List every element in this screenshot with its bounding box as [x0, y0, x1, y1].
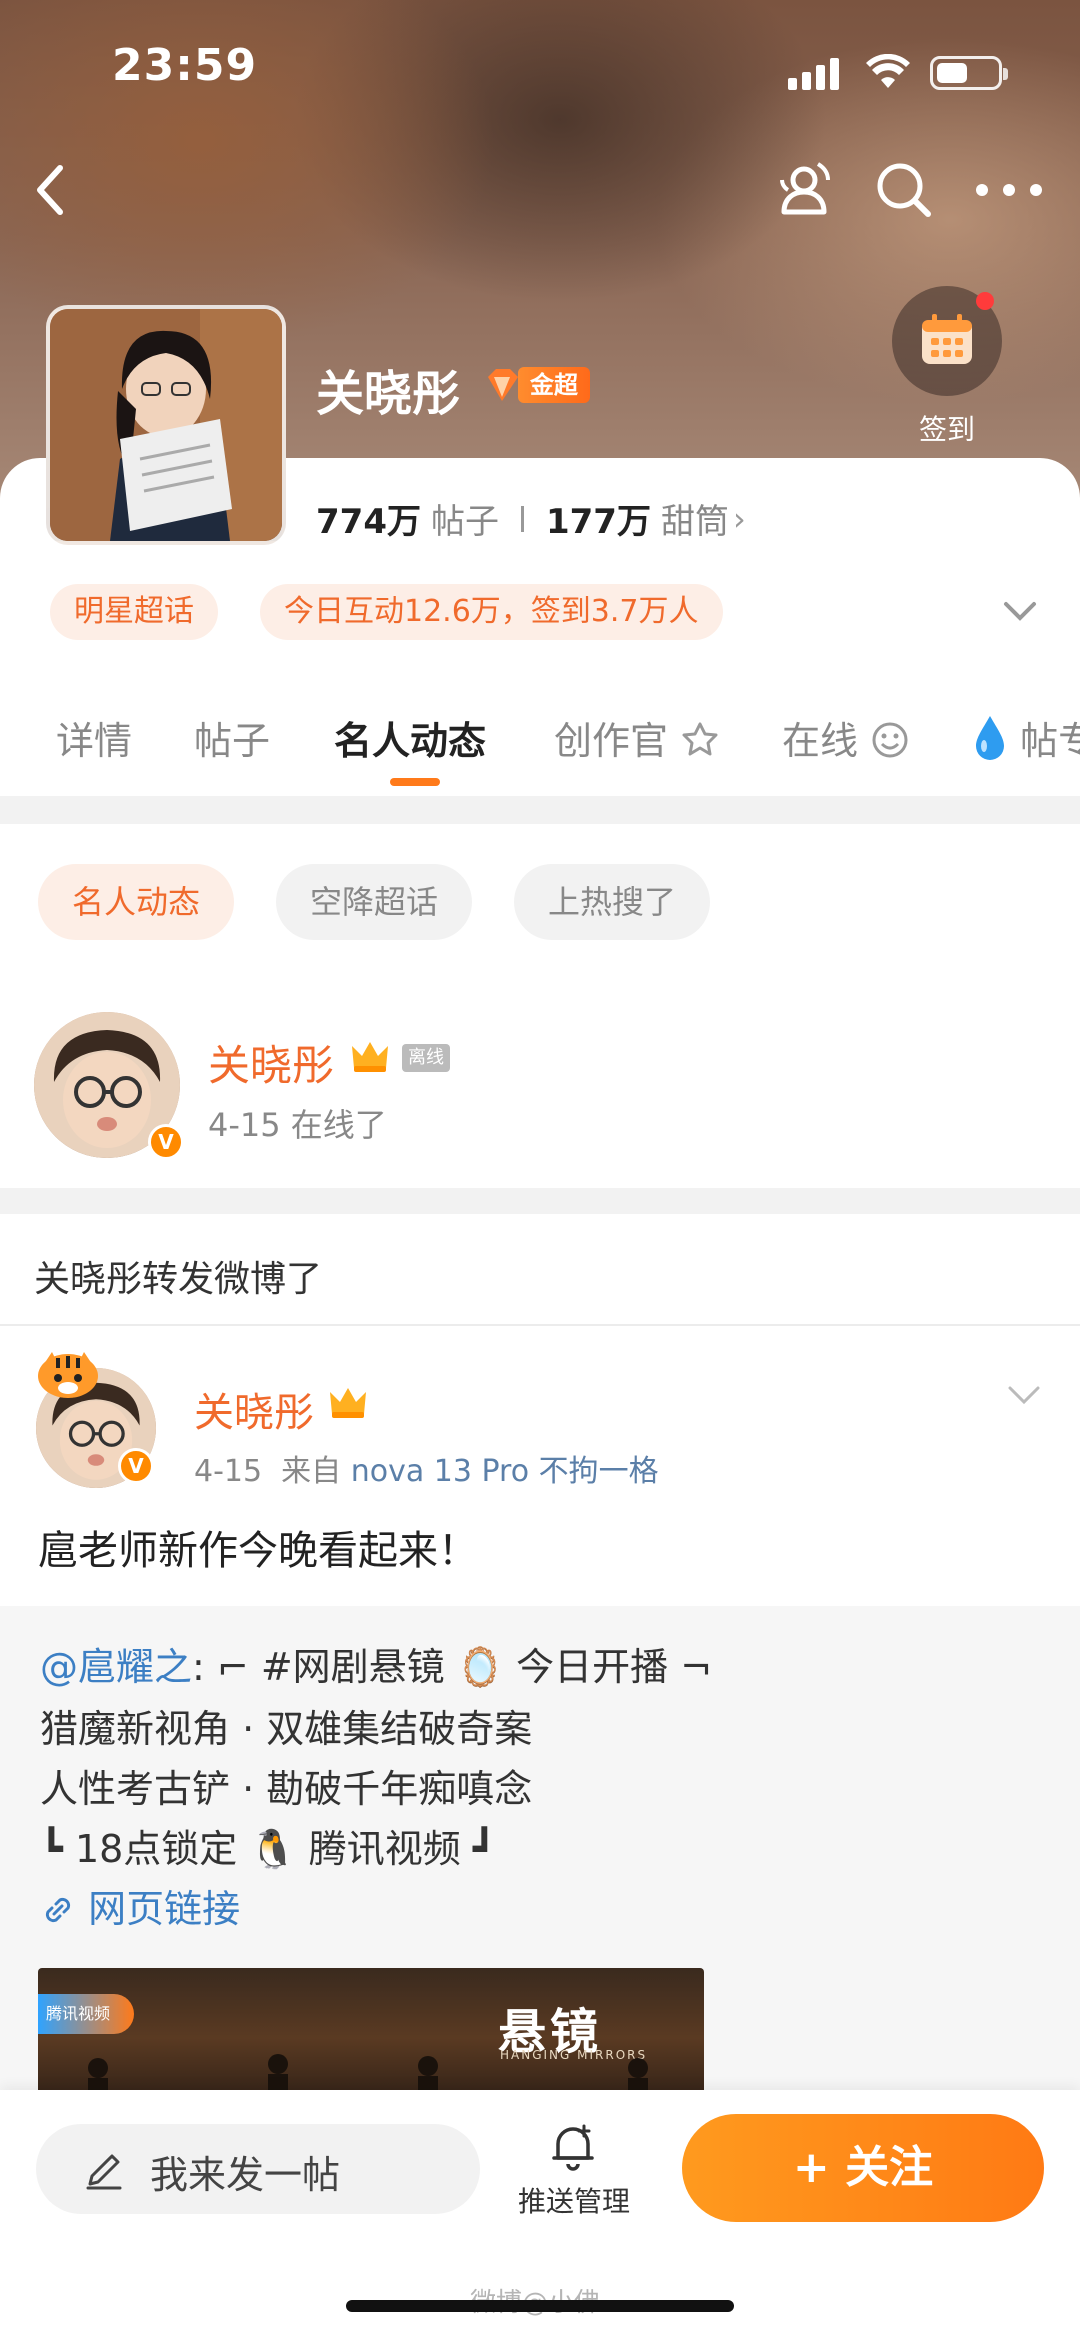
creator-badge-icon — [682, 722, 718, 756]
post-device[interactable]: nova 13 Pro 不拘一格 — [351, 1454, 659, 1489]
tab-bar: 详情 帖子 名人动态 创作官 在线 帖专 — [0, 710, 1080, 790]
calendar-icon — [892, 286, 1002, 396]
online-time: 4-15 在线了 — [208, 1106, 387, 1144]
level-badge-label: 金超 — [518, 367, 590, 403]
crown-icon — [352, 1042, 388, 1072]
verified-icon: V — [148, 1124, 184, 1160]
category-chip[interactable]: 明星超话 — [50, 584, 218, 640]
web-link-label: 网页链接 — [88, 1887, 241, 1931]
back-icon[interactable] — [26, 158, 76, 222]
push-settings-label[interactable]: 推送管理 — [518, 2180, 630, 2220]
search-icon[interactable] — [872, 158, 936, 222]
quote-line-3: 人性考古铲 · 勘破千年痴嗔念 — [40, 1767, 533, 1811]
web-link[interactable]: 网页链接 — [40, 1878, 240, 1933]
wifi-icon — [866, 54, 910, 88]
post-source-prefix: 来自 — [281, 1454, 342, 1489]
tab-creator[interactable]: 创作官 — [554, 710, 720, 765]
chevron-down-icon[interactable] — [1000, 596, 1040, 626]
repost-title: 关晓彤转发微博了 — [34, 1259, 323, 1300]
tab-special-label: 帖专 — [1020, 719, 1080, 763]
compose-label: 我来发一帖 — [150, 2153, 341, 2197]
tab-details[interactable]: 详情 — [56, 710, 132, 765]
quote-line-1: @扈耀之: ⌐ #网剧悬镜 🪞 今日开播 ¬ — [40, 1636, 712, 1691]
chevron-down-icon[interactable] — [1004, 1380, 1044, 1410]
group-chat-icon[interactable] — [770, 158, 834, 222]
quote-line-1-text: : ⌐ #网剧悬镜 🪞 今日开播 ¬ — [192, 1645, 713, 1689]
battery-icon — [930, 56, 1008, 90]
chevron-right-icon: › — [732, 499, 746, 538]
tab-special[interactable]: 帖专 — [972, 710, 1080, 765]
posts-label: 帖子 — [430, 502, 499, 542]
active-tab-indicator — [390, 778, 440, 786]
verified-icon: V — [118, 1448, 154, 1484]
offline-tag: 离线 — [402, 1044, 450, 1072]
section-divider — [0, 796, 1080, 824]
filter-hot-search[interactable]: 上热搜了 — [514, 864, 711, 940]
tab-posts[interactable]: 帖子 — [194, 710, 270, 765]
post-meta: 4-15 来自 nova 13 Pro 不拘一格 — [194, 1446, 659, 1490]
quote-line-2: 猎魔新视角 · 双雄集结破奇案 — [40, 1707, 533, 1751]
water-drop-icon — [976, 716, 1004, 760]
crown-icon — [330, 1388, 366, 1418]
online-user-name[interactable]: 关晓彤 — [208, 1032, 334, 1093]
tiger-pendant-icon — [38, 1352, 98, 1398]
level-badge[interactable]: 金超 — [480, 364, 590, 406]
status-bar: 23:59 — [0, 40, 1080, 100]
signal-icon — [788, 58, 840, 90]
fans-count: 177万 — [545, 502, 651, 542]
post-text: 扈老师新作今晚看起来！ — [38, 1528, 478, 1574]
activity-chip[interactable]: 今日互动12.6万，签到3.7万人 — [260, 584, 723, 640]
posts-count: 774万 — [316, 502, 421, 542]
bell-add-icon[interactable] — [550, 2122, 596, 2172]
section-divider — [0, 1188, 1080, 1214]
profile-name: 关晓彤 — [316, 366, 461, 422]
tab-creator-label: 创作官 — [554, 719, 669, 763]
notification-dot — [976, 292, 994, 310]
pencil-icon — [86, 2154, 122, 2190]
post-date: 4-15 — [194, 1454, 263, 1489]
quoted-post-image[interactable]: 腾讯视频 悬镜 HANGING MIRRORS — [38, 1968, 704, 2108]
follow-button[interactable]: + 关注 — [682, 2114, 1044, 2222]
profile-cover-image[interactable] — [46, 305, 286, 545]
tab-online-label: 在线 — [782, 719, 859, 763]
status-time: 23:59 — [112, 40, 258, 91]
quote-line-4: ┗ 18点锁定 🐧 腾讯视频 ┛ — [40, 1827, 496, 1871]
tab-online[interactable]: 在线 — [782, 710, 910, 765]
home-indicator[interactable] — [346, 2300, 734, 2312]
profile-stats[interactable]: 774万 帖子 177万 甜筒 › — [316, 494, 746, 543]
fans-label: 甜筒 — [660, 502, 729, 542]
stats-divider — [520, 505, 524, 532]
filter-airdrop[interactable]: 空降超话 — [276, 864, 473, 940]
post-author-name[interactable]: 关晓彤 — [194, 1380, 314, 1438]
link-icon — [45, 1897, 71, 1923]
divider-line — [0, 1324, 1080, 1326]
tab-celebrity-updates[interactable]: 名人动态 — [334, 710, 486, 765]
filter-celebrity-updates[interactable]: 名人动态 — [38, 864, 235, 940]
checkin-label: 签到 — [918, 413, 975, 446]
quote-mention[interactable]: @扈耀之 — [40, 1645, 192, 1689]
checkin-button[interactable]: 签到 — [892, 286, 1002, 446]
smile-icon — [872, 722, 908, 758]
more-icon[interactable] — [972, 158, 1046, 222]
